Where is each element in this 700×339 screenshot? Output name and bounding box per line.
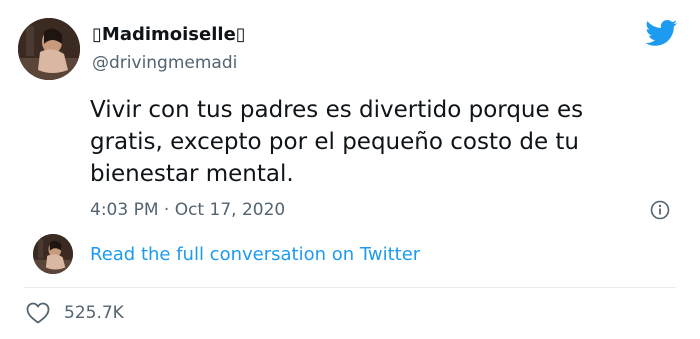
twitter-bird-icon[interactable] (645, 20, 678, 47)
tweet-text: Vivir con tus padres es divertido porque… (90, 94, 630, 190)
tweet-text-line: gratis, excepto por el pequeño costo de … (90, 129, 579, 155)
tweet-timestamp[interactable]: 4:03 PM · Oct 17, 2020 (90, 198, 285, 222)
heart-icon[interactable] (26, 302, 50, 324)
profile-photo-icon (33, 234, 73, 274)
tweet-text-line: bienestar mental. (90, 161, 294, 187)
profile-photo-icon (18, 18, 80, 80)
author-name[interactable]: ▯Madimoiselle▯ (92, 24, 246, 46)
divider (24, 287, 676, 288)
like-count: 525.7K (64, 303, 124, 323)
read-conversation-link[interactable]: Read the full conversation on Twitter (90, 243, 420, 267)
reply-avatar[interactable] (33, 234, 73, 274)
author-handle[interactable]: @drivingmemadi (92, 52, 237, 74)
author-avatar[interactable] (18, 18, 80, 80)
info-icon[interactable] (650, 200, 670, 220)
tweet-embed-card: ▯Madimoiselle▯ @drivingmemadi Vivir con … (0, 0, 700, 339)
tweet-text-line: Vivir con tus padres es divertido porque… (90, 97, 584, 123)
